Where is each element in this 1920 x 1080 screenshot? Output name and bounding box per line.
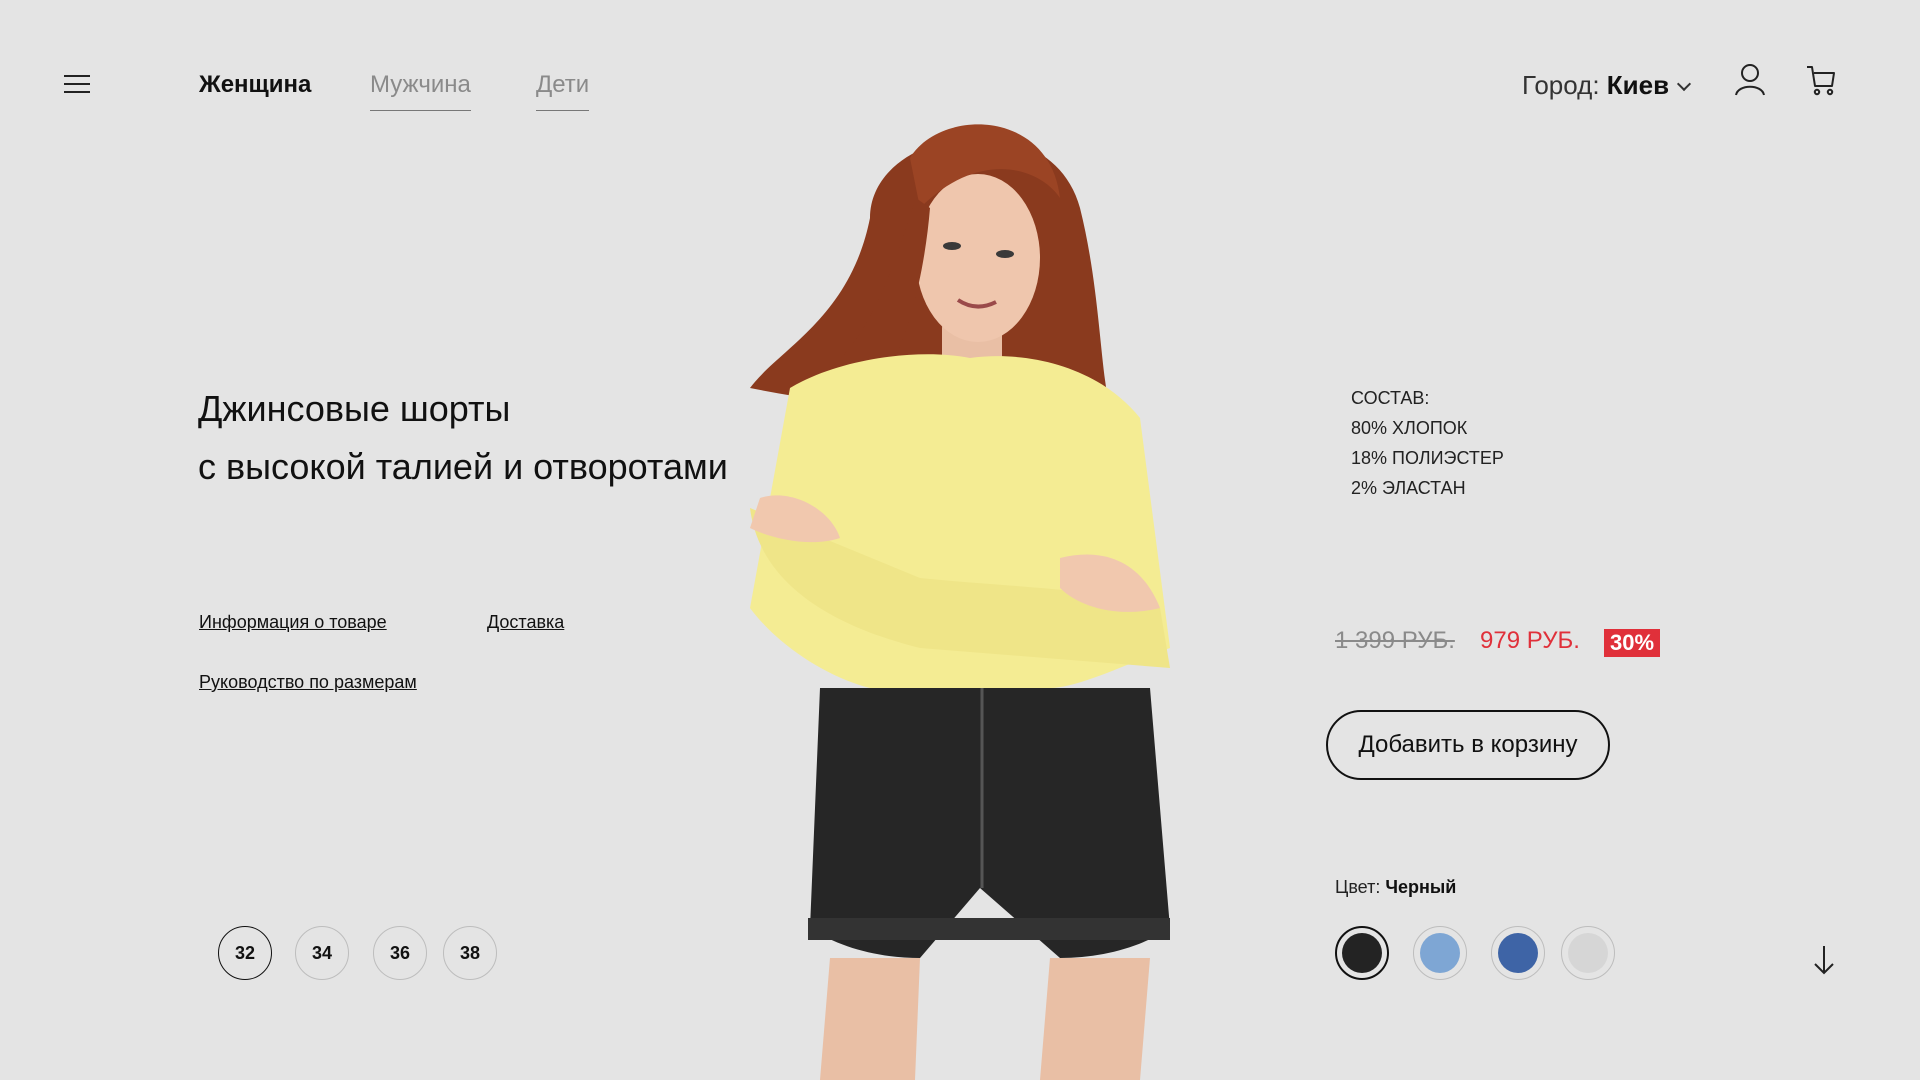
product-title-line1: Джинсовые шорты bbox=[198, 388, 511, 429]
menu-icon[interactable] bbox=[64, 72, 92, 94]
product-info-link[interactable]: Информация о товаре bbox=[199, 612, 387, 633]
size-option[interactable]: 34 bbox=[295, 926, 349, 980]
color-label-text: Цвет: bbox=[1335, 877, 1381, 897]
add-to-cart-button[interactable]: Добавить в корзину bbox=[1326, 710, 1610, 780]
nav-kids[interactable]: Дети bbox=[536, 70, 590, 111]
product-title: Джинсовые шорты с высокой талией и отвор… bbox=[198, 380, 728, 496]
color-swatch-grey[interactable] bbox=[1561, 926, 1615, 980]
cart-icon[interactable] bbox=[1806, 64, 1836, 96]
discount-badge: 30% bbox=[1604, 629, 1661, 657]
size-option[interactable]: 32 bbox=[218, 926, 272, 980]
nav-men[interactable]: Мужчина bbox=[370, 70, 471, 111]
size-option[interactable]: 38 bbox=[443, 926, 497, 980]
color-label: Цвет: Черный bbox=[1335, 877, 1456, 898]
arrow-down-icon[interactable] bbox=[1812, 944, 1836, 976]
nav-women[interactable]: Женщина bbox=[199, 70, 311, 110]
chevron-down-icon bbox=[1677, 76, 1692, 92]
user-icon[interactable] bbox=[1734, 62, 1766, 96]
composition-heading: СОСТАВ: bbox=[1351, 388, 1430, 408]
size-guide-link[interactable]: Руководство по размерам bbox=[199, 672, 417, 693]
color-swatch-blue[interactable] bbox=[1491, 926, 1545, 980]
color-swatch-black[interactable] bbox=[1335, 926, 1389, 980]
city-value: Киев bbox=[1606, 70, 1670, 100]
composition-item: 18% ПОЛИЭСТЕР bbox=[1351, 448, 1504, 468]
color-value: Черный bbox=[1385, 877, 1457, 897]
city-selector[interactable]: Город: Киев bbox=[1522, 70, 1692, 100]
old-price: 1 399 РУБ. bbox=[1335, 627, 1455, 654]
city-label: Город: bbox=[1522, 70, 1600, 100]
composition-item: 80% ХЛОПОК bbox=[1351, 418, 1468, 438]
product-title-line2: с высокой талией и отворотами bbox=[198, 446, 728, 487]
color-swatch-light-blue[interactable] bbox=[1413, 926, 1467, 980]
composition-item: 2% ЭЛАСТАН bbox=[1351, 478, 1466, 498]
model-photo bbox=[750, 124, 1170, 1080]
size-option[interactable]: 36 bbox=[373, 926, 427, 980]
delivery-link[interactable]: Доставка bbox=[487, 612, 564, 633]
new-price: 979 РУБ. bbox=[1480, 627, 1580, 654]
composition: СОСТАВ: 80% ХЛОПОК 18% ПОЛИЭСТЕР 2% ЭЛАС… bbox=[1351, 383, 1504, 503]
